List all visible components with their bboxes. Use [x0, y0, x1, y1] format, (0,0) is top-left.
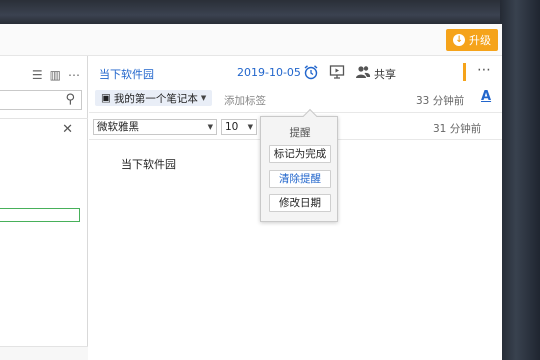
- alarm-clock-icon[interactable]: [303, 64, 319, 80]
- font-size-value: 10: [225, 121, 239, 133]
- desktop-background-right: [500, 0, 540, 360]
- reminder-popup: 提醒 标记为完成 清除提醒 修改日期: [260, 108, 338, 222]
- note-body[interactable]: 当下软件园: [121, 156, 176, 172]
- notebook-selector[interactable]: ▣ 我的第一个笔记本 ▼: [95, 90, 213, 106]
- sort-icon[interactable]: ☰: [32, 68, 43, 82]
- note-list-footer: [0, 346, 88, 360]
- change-date-button[interactable]: 修改日期: [269, 194, 331, 212]
- search-icon[interactable]: ⚲: [65, 92, 75, 107]
- popup-title: 提醒: [289, 127, 311, 139]
- presentation-icon[interactable]: [329, 64, 345, 80]
- notebook-icon: ▣: [101, 92, 111, 104]
- reminder-date[interactable]: 2019-10-05: [237, 66, 301, 79]
- desktop-background-top: [0, 0, 540, 25]
- font-family-value: 微软雅黑: [97, 121, 139, 133]
- notebook-row: ▣ 我的第一个笔记本 ▼ 添加标签 33 分钟前 A: [89, 84, 502, 112]
- divider: [0, 118, 88, 119]
- more-icon[interactable]: ⋯: [477, 62, 492, 78]
- note-list-pane: ☰ ▥ ⋯ ⚲ ✕: [0, 56, 88, 360]
- search-input[interactable]: ⚲: [0, 90, 82, 110]
- chevron-down-icon: ▼: [247, 123, 253, 131]
- mark-done-button[interactable]: 标记为完成: [269, 145, 331, 163]
- font-family-select[interactable]: 微软雅黑 ▼: [93, 119, 217, 135]
- chevron-down-icon: ▼: [207, 123, 213, 131]
- upgrade-label: 升级: [469, 34, 491, 47]
- selected-note-outline[interactable]: [0, 208, 80, 222]
- note-list-toolbar: ☰ ▥ ⋯: [0, 64, 88, 86]
- sync-indicator: [463, 63, 466, 81]
- more-options-icon[interactable]: ⋯: [68, 68, 80, 82]
- download-arrow-icon: ↓: [453, 34, 465, 46]
- add-tag-input[interactable]: 添加标签: [224, 93, 266, 108]
- top-bar: ↓ 升级: [0, 24, 502, 56]
- chevron-down-icon: ▼: [200, 94, 207, 102]
- font-format-icon[interactable]: A: [481, 89, 491, 104]
- created-time[interactable]: 31 分钟前: [433, 121, 481, 136]
- notebook-name: 我的第一个笔记本: [113, 92, 198, 105]
- font-size-select[interactable]: 10 ▼: [221, 119, 257, 135]
- note-header: 当下软件园 2019-10-05 共享 ⋯: [89, 56, 502, 84]
- share-users-icon[interactable]: [355, 64, 371, 80]
- modified-time[interactable]: 33 分钟前: [416, 93, 464, 108]
- share-label[interactable]: 共享: [374, 66, 396, 82]
- app-window: ↓ 升级 ☰ ▥ ⋯ ⚲ ✕ 当下软件园 2019-10-05 共享 ⋯ ▣ 我…: [0, 24, 502, 360]
- clear-reminder-button[interactable]: 清除提醒: [269, 170, 331, 188]
- upgrade-button[interactable]: ↓ 升级: [446, 29, 498, 51]
- view-toggle-icon[interactable]: ▥: [50, 68, 61, 82]
- note-title[interactable]: 当下软件园: [99, 66, 154, 82]
- close-icon[interactable]: ✕: [62, 122, 73, 137]
